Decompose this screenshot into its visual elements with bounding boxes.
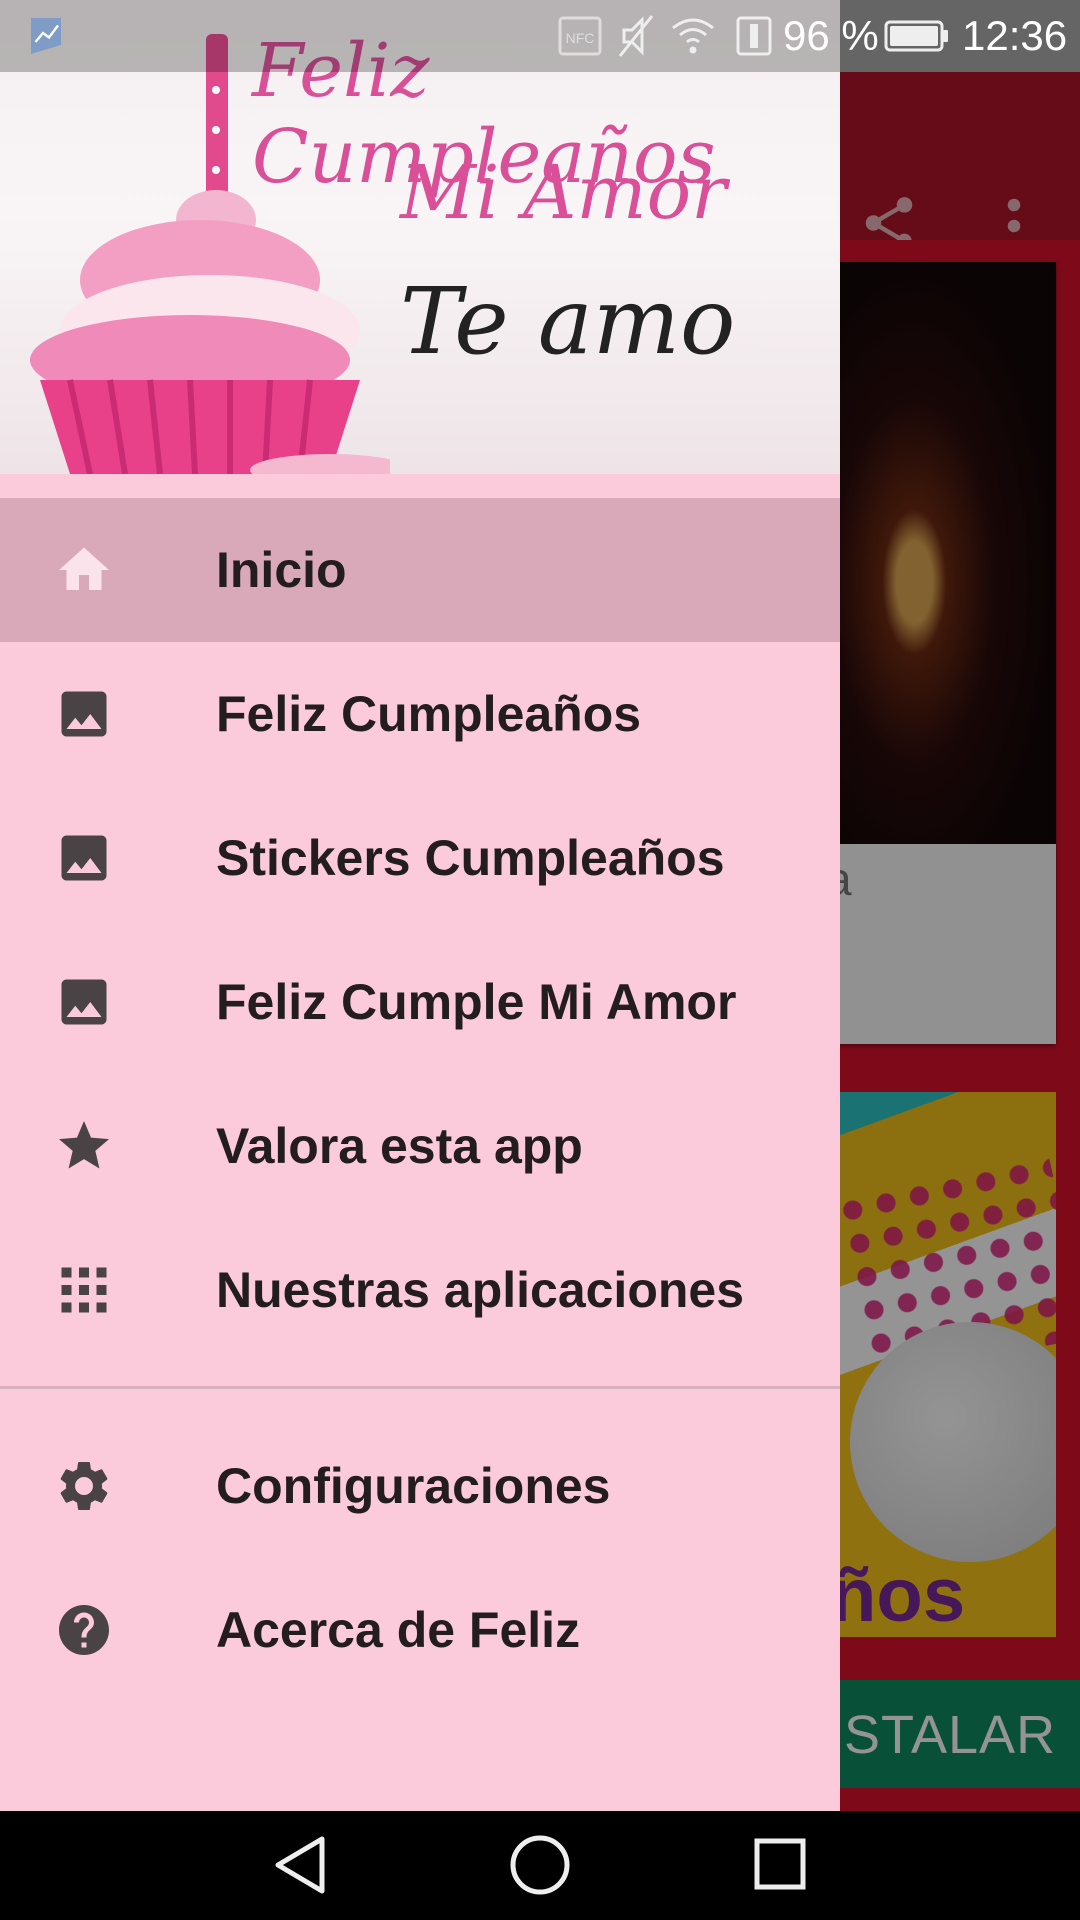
- menu-item-label: Acerca de Feliz: [216, 1602, 581, 1658]
- menu-item-inicio[interactable]: Inicio: [0, 498, 840, 642]
- help-icon: [59, 1605, 109, 1655]
- star-icon: [59, 1121, 109, 1169]
- menu-item-valora-esta-app[interactable]: Valora esta app: [0, 1074, 840, 1218]
- menu-item-nuestras-aplicaciones[interactable]: Nuestras aplicaciones: [0, 1218, 840, 1362]
- clock: 12:36: [962, 12, 1068, 59]
- wifi-icon: [672, 18, 714, 54]
- recents-icon[interactable]: [752, 1833, 808, 1897]
- menu-item-label: Valora esta app: [216, 1118, 583, 1174]
- system-nav-bar: [0, 1811, 1080, 1920]
- battery-icon: [884, 20, 948, 52]
- status-bar: NFC 96 % 12:36: [0, 0, 1080, 72]
- menu-item-feliz-cumpleanos[interactable]: Feliz Cumpleaños: [0, 642, 840, 786]
- home-button-icon[interactable]: [508, 1833, 572, 1897]
- menu-item-label: Inicio: [216, 542, 347, 598]
- header-tagline: Te amo: [400, 268, 736, 375]
- image-icon: [61, 979, 107, 1025]
- image-icon: [61, 835, 107, 881]
- menu-divider: [0, 1386, 840, 1389]
- svg-text:NFC: NFC: [566, 30, 595, 46]
- battery-saver-icon: [736, 16, 772, 56]
- menu-item-acerca-de-feliz[interactable]: Acerca de Feliz: [0, 1558, 840, 1702]
- navigation-drawer: Feliz Cumpleaños Mi Amor Te amo Inicio F…: [0, 0, 840, 1811]
- mute-icon: [618, 15, 654, 57]
- menu-item-label: Nuestras aplicaciones: [216, 1262, 745, 1318]
- header-spacer: [0, 474, 840, 498]
- apps-grid-icon: [61, 1267, 107, 1313]
- menu-item-feliz-cumple-mi-amor[interactable]: Feliz Cumple Mi Amor: [0, 930, 840, 1074]
- home-icon: [59, 547, 109, 590]
- gear-icon: [60, 1461, 108, 1510]
- battery-percent: 96 %: [783, 12, 879, 59]
- header-subtitle: Mi Amor: [400, 150, 727, 236]
- back-icon[interactable]: [270, 1833, 332, 1897]
- nfc-icon: NFC: [558, 16, 602, 56]
- menu-item-stickers-cumpleanos[interactable]: Stickers Cumpleaños: [0, 786, 840, 930]
- menu-item-configuraciones[interactable]: Configuraciones: [0, 1414, 840, 1558]
- menu-item-label: Stickers Cumpleaños: [216, 830, 725, 886]
- image-icon: [61, 691, 107, 737]
- menu-item-label: Configuraciones: [216, 1458, 611, 1514]
- menu-item-label: Feliz Cumple Mi Amor: [216, 974, 737, 1030]
- menu-item-label: Feliz Cumpleaños: [216, 686, 642, 742]
- app-notification-icon: [31, 18, 61, 54]
